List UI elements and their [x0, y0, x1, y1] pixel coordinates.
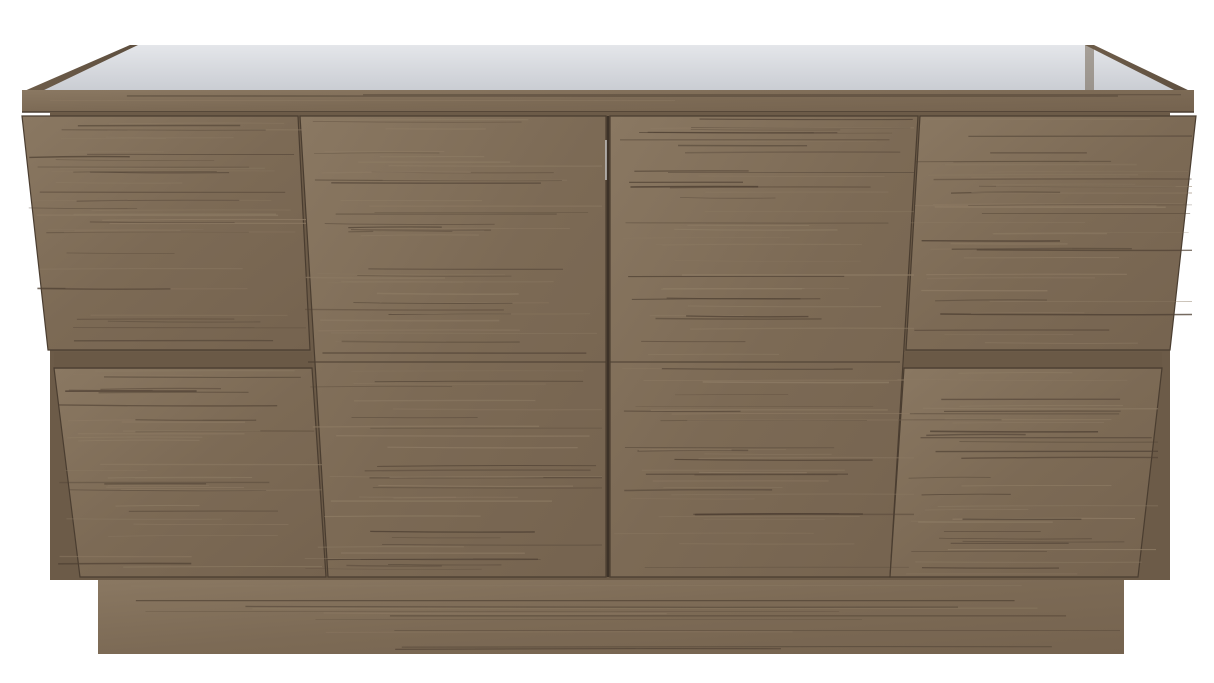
grain-line: [940, 313, 1193, 316]
grain-line: [915, 561, 1142, 564]
grain-line: [370, 530, 535, 533]
door-right-center[interactable]: [609, 115, 919, 578]
grain-line: [364, 469, 591, 472]
grain-line: [930, 430, 1099, 433]
grain-line: [624, 488, 773, 492]
grain-line: [130, 585, 1022, 587]
grain-line: [305, 276, 446, 279]
grain-line: [312, 425, 540, 428]
grain-line: [686, 315, 809, 318]
grain-line: [702, 381, 889, 384]
grain-line: [961, 485, 1112, 487]
grain-line: [330, 332, 598, 334]
grain-line: [245, 605, 959, 609]
grain-line: [922, 407, 1159, 410]
grain-line: [317, 545, 464, 548]
grain-line: [39, 268, 243, 270]
grain-line: [698, 175, 885, 177]
vanity-cabinet: [21, 45, 1197, 654]
grain-line: [305, 308, 504, 311]
grain-line: [395, 648, 782, 650]
grain-line: [638, 448, 732, 451]
grain-line: [951, 247, 1132, 250]
grain-line: [74, 229, 181, 232]
grain-line: [387, 446, 578, 449]
grain-line: [687, 419, 915, 422]
grain-line: [926, 273, 1127, 276]
grain-line: [321, 171, 471, 174]
grain-line: [926, 433, 1026, 437]
grain-line: [933, 178, 1192, 181]
grain-line: [927, 174, 1139, 176]
product-photo: [0, 0, 1214, 683]
grain-line: [698, 471, 807, 474]
grain-line: [382, 179, 568, 181]
grain-line: [650, 127, 915, 129]
grain-line: [388, 164, 603, 167]
grain-line: [699, 118, 913, 121]
grain-line: [971, 192, 1193, 194]
grain-line: [252, 607, 1038, 610]
grain-line: [318, 329, 520, 332]
cabinet-top-rail: [22, 90, 1194, 112]
drawer-lower-left[interactable]: [53, 367, 327, 578]
grain-line: [661, 368, 853, 370]
cabinet-interior: [30, 45, 1180, 92]
grain-line: [348, 226, 442, 229]
grain-line: [376, 292, 519, 296]
grain-line: [324, 515, 481, 518]
grain-line: [655, 317, 822, 320]
grain-line: [346, 564, 442, 567]
door-left-center[interactable]: [299, 115, 607, 578]
grain-line: [341, 340, 520, 344]
grain-line: [647, 353, 780, 356]
grain-line: [685, 151, 901, 154]
grain-line: [98, 391, 249, 394]
grain-line: [123, 566, 323, 568]
grain-line: [976, 249, 1193, 252]
grain-line: [66, 518, 223, 520]
grain-line: [326, 558, 538, 561]
